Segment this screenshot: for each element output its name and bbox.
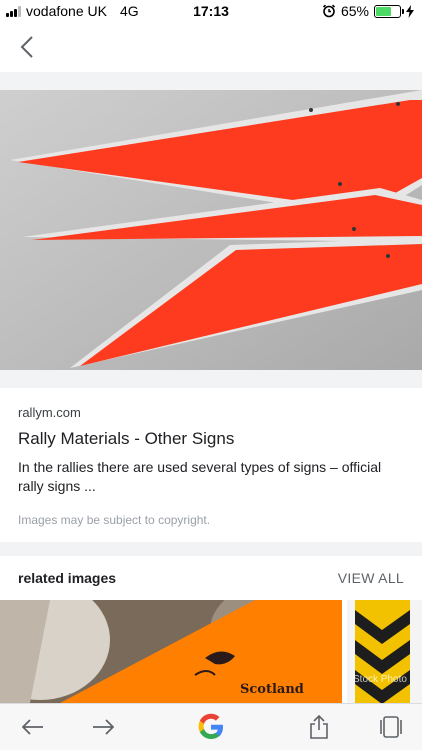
stock-photo-watermark: Stock Photo bbox=[353, 674, 407, 685]
related-images-row: Scotland bbox=[0, 600, 422, 703]
section-separator bbox=[0, 542, 422, 556]
battery-icon bbox=[374, 4, 404, 18]
battery-percent: 65% bbox=[340, 3, 369, 19]
image-footer-strip bbox=[0, 370, 422, 388]
bottom-toolbar bbox=[0, 703, 422, 750]
related-image-1[interactable]: Scotland bbox=[0, 600, 342, 703]
charging-icon bbox=[406, 4, 414, 18]
tabs-button[interactable] bbox=[374, 710, 408, 744]
result-source[interactable]: rallym.com bbox=[18, 405, 81, 420]
thumb1-caption: Scotland bbox=[240, 682, 304, 697]
top-divider bbox=[0, 72, 422, 90]
status-bar: vodafone UK 4G 17:13 65% bbox=[0, 0, 422, 24]
forward-nav-button[interactable] bbox=[86, 710, 120, 744]
alarm-icon bbox=[322, 4, 336, 18]
result-image[interactable] bbox=[0, 90, 422, 370]
result-snippet: In the rallies there are used several ty… bbox=[18, 459, 382, 494]
google-g-icon bbox=[198, 713, 223, 739]
rally-signs-illustration bbox=[0, 90, 422, 370]
tabs-icon bbox=[380, 716, 402, 738]
share-button[interactable] bbox=[302, 710, 336, 744]
related-images-heading: related images bbox=[18, 570, 117, 586]
view-all-button[interactable]: VIEW ALL bbox=[338, 570, 404, 586]
share-icon bbox=[310, 715, 328, 739]
result-title[interactable]: Rally Materials - Other Signs bbox=[18, 429, 234, 449]
back-button[interactable] bbox=[12, 32, 42, 62]
copyright-note: Images may be subject to copyright. bbox=[18, 513, 211, 527]
google-home-button[interactable] bbox=[194, 710, 228, 744]
related-image-2[interactable] bbox=[347, 600, 422, 703]
back-nav-button[interactable] bbox=[16, 710, 50, 744]
arrow-right-icon bbox=[93, 719, 114, 735]
battery-fill bbox=[376, 6, 391, 16]
chevron-sign-thumbnail bbox=[347, 600, 422, 703]
chevron-left-icon bbox=[20, 36, 33, 58]
status-right: 65% bbox=[322, 3, 414, 19]
arrow-left-icon bbox=[22, 719, 43, 735]
